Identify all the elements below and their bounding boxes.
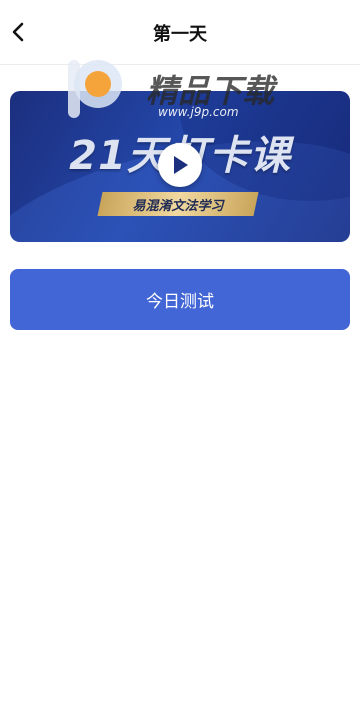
watermark-url: www.j9p.com xyxy=(158,105,239,119)
play-button[interactable] xyxy=(158,143,202,187)
video-subtitle: 易混淆文法学习 xyxy=(132,199,224,214)
play-icon xyxy=(174,156,188,174)
video-subtitle-banner: 易混淆文法学习 xyxy=(97,192,259,216)
watermark-logo-icon xyxy=(68,60,122,118)
page-title: 第一天 xyxy=(153,24,207,45)
today-test-button[interactable]: 今日测试 xyxy=(10,269,350,330)
watermark: 精品下载 www.j9p.com xyxy=(62,56,302,136)
